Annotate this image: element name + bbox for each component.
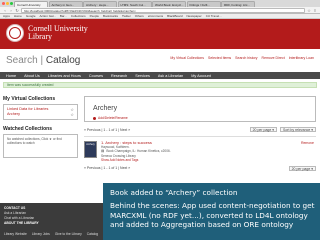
bookmark-item[interactable]: CU Travel...: [206, 14, 222, 18]
bookmark-item[interactable]: Twitter: [122, 14, 131, 18]
footer-link[interactable]: Library Website: [4, 232, 27, 236]
star-icon[interactable]: ☆: [307, 8, 311, 13]
collection-title: Archery: [93, 105, 118, 112]
forward-arrow-icon[interactable]: ›: [9, 8, 13, 13]
edit-icon: [93, 116, 96, 120]
edit-collection-link[interactable]: Add/Delete/Rename: [93, 116, 309, 120]
maximize-window-button[interactable]: [10, 2, 13, 5]
window-controls: [2, 2, 13, 5]
bookmark-item[interactable]: Google: [26, 14, 36, 18]
watched-collections-box: No watched collections, Click ★ or find …: [3, 134, 78, 158]
selected-items-link[interactable]: Selected Items: [208, 56, 231, 60]
bookmark-item[interactable]: Newspaper: [187, 14, 202, 18]
book-cover-thumbnail[interactable]: Archery: [84, 141, 97, 158]
bookmark-item[interactable]: eCommons: [148, 14, 163, 18]
bookmark-item[interactable]: BlackBoard: [167, 14, 182, 18]
bookmark-item[interactable]: Bar...: [60, 14, 67, 18]
bookmark-item[interactable]: Collections: [71, 14, 86, 18]
cover-label: Archery: [86, 143, 95, 146]
search-history-link[interactable]: Search history: [235, 56, 257, 60]
result-format: ▤ Book Champaign, IL: Human Kinetics, c2…: [101, 149, 171, 153]
per-page-select-bottom[interactable]: 20 per page ▾: [288, 166, 316, 172]
cornell-seal-logo[interactable]: [6, 24, 24, 42]
nav-services[interactable]: Services: [135, 74, 150, 78]
success-alert: Item was successfully created: [3, 82, 317, 88]
nav-ask-librarian[interactable]: Ask a Librarian: [158, 74, 183, 78]
result-item: Archery 1. Archery : steps to success Ha…: [84, 136, 316, 162]
back-arrow-icon[interactable]: ‹: [3, 8, 7, 13]
library-name[interactable]: Library: [28, 33, 52, 41]
interlibrary-loan-link[interactable]: Interlibrary Loan: [289, 56, 314, 60]
browser-toolbar: ‹ › ↻ http://localhost:3000/catalog?utf8…: [0, 7, 320, 14]
collection-label[interactable]: Archery: [7, 112, 20, 117]
reload-icon[interactable]: ↻: [15, 8, 19, 13]
watched-collections-heading: Watched Collections: [3, 126, 52, 132]
collection-item[interactable]: Archery ☆: [7, 112, 74, 117]
search-label[interactable]: Search: [6, 55, 38, 66]
nav-libraries-hours[interactable]: Libraries and Hours: [48, 74, 81, 78]
virtual-collections-list: Linked Data for Libraries ☆ Archery ☆: [3, 104, 78, 120]
remove-button[interactable]: Remove: [301, 141, 314, 145]
nav-about[interactable]: About Us: [24, 74, 40, 78]
pagination: « Previous | 1 - 1 of 1 | Next » 20 per …: [84, 127, 316, 132]
pager-text-bottom[interactable]: « Previous | 1 - 1 of 1 | Next »: [84, 166, 130, 171]
nav-research[interactable]: Research: [111, 74, 127, 78]
title-separator: |: [40, 55, 44, 66]
bottom-pagination: « Previous | 1 - 1 of 1 | Next » 20 per …: [84, 166, 316, 172]
footer-link[interactable]: Library Jobs: [32, 232, 50, 236]
edit-collection-label[interactable]: Add/Delete/Rename: [98, 116, 128, 120]
notes-tags-link[interactable]: Show Add Notes and Tags: [101, 158, 171, 162]
nav-home[interactable]: Home: [6, 74, 16, 78]
virtual-collections-link[interactable]: My Virtual Collections: [170, 56, 204, 60]
catalog-bar: Search | Catalog My Virtual Collections …: [0, 49, 320, 72]
collection-header: Archery Add/Delete/Rename: [84, 96, 316, 122]
menu-icon[interactable]: ≡: [313, 8, 317, 13]
bookmark-item[interactable]: Apps: [3, 14, 10, 18]
main-nav: Home About Us Libraries and Hours Course…: [0, 72, 320, 79]
pager-text[interactable]: « Previous | 1 - 1 of 1 | Next »: [84, 128, 130, 132]
minimize-window-button[interactable]: [6, 2, 9, 5]
bookmark-item[interactable]: Bookmarks: [103, 14, 118, 18]
bookmark-item[interactable]: People: [90, 14, 99, 18]
nav-courses[interactable]: Courses: [89, 74, 103, 78]
star-icon[interactable]: ☆: [70, 112, 74, 117]
about-library-heading: ABOUT THE LIBRARY: [4, 221, 39, 225]
caption-overlay: Book added to “Archery” collection Behin…: [103, 183, 320, 240]
page-title: Search | Catalog: [6, 55, 80, 66]
format-line: Book Champaign, IL: Human Kinetics, c200…: [106, 149, 171, 154]
account-links: My Virtual Collections Selected Items Se…: [170, 56, 314, 60]
footer-contact: CONTACT US Ask a Librarian Chat with a L…: [4, 206, 39, 226]
remove-direct-link[interactable]: Remove Direct: [262, 56, 285, 60]
result-details: 1. Archery : steps to success Haywood, K…: [101, 140, 171, 162]
nav-my-account[interactable]: My Account: [191, 74, 211, 78]
main-content: Archery Add/Delete/Rename « Previous | 1…: [84, 96, 316, 172]
bookmark-item[interactable]: Home: [14, 14, 22, 18]
footer-link[interactable]: Give to the Library: [55, 232, 82, 236]
virtual-collections-heading: My Virtual Collections: [3, 96, 56, 102]
address-bar[interactable]: http://localhost:3000/catalog?utf8=%E2%9…: [21, 7, 305, 13]
sort-select[interactable]: Sort by relevance ▾: [280, 127, 316, 132]
site-header: Cornell University Library: [0, 19, 320, 49]
browser-tab-strip: Cornell University Archery in Gen... Arc…: [0, 0, 320, 7]
close-window-button[interactable]: [2, 2, 5, 5]
sidebar: My Virtual Collections Linked Data for L…: [3, 96, 78, 158]
bookmark-item[interactable]: Action Gal...: [40, 14, 56, 18]
footer-link[interactable]: Catalog: [87, 232, 98, 236]
catalog-label: Catalog: [45, 55, 81, 66]
caption-line-2: Behind the scenes: App used content-nego…: [110, 201, 315, 229]
per-page-select[interactable]: 20 per page ▾: [249, 127, 278, 132]
bookmark-item[interactable]: Others: [135, 14, 144, 18]
caption-line-1: Book added to “Archery” collection: [110, 188, 238, 197]
book-icon: ▤: [101, 149, 105, 154]
